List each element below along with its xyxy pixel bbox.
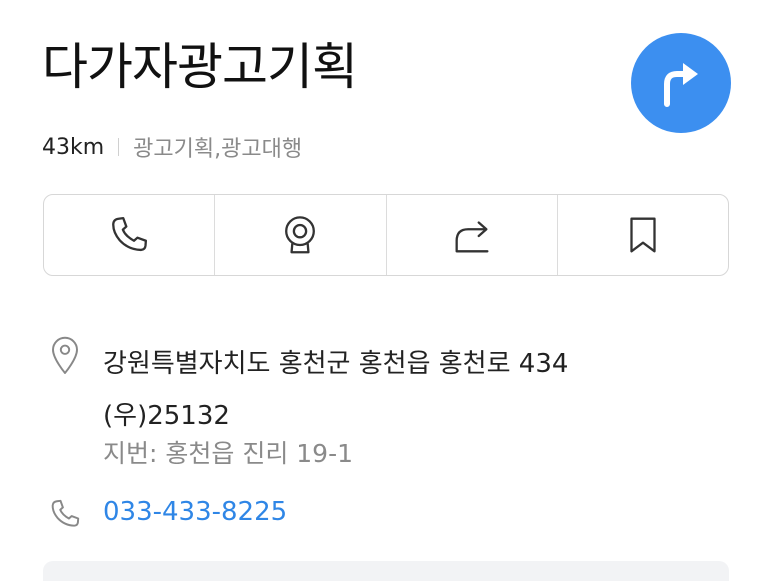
distance-text: 43km — [42, 134, 105, 160]
directions-arrow-icon — [664, 63, 698, 107]
bookmark-icon — [630, 217, 656, 253]
next-section-card — [43, 561, 729, 581]
roadview-button[interactable] — [215, 195, 387, 275]
meta-divider — [118, 138, 120, 156]
phone-icon — [51, 499, 80, 527]
share-icon — [455, 221, 489, 253]
call-button[interactable] — [44, 195, 216, 275]
jibun-address: 지번: 홍천읍 진리 19-1 — [103, 439, 354, 468]
phone-icon — [112, 216, 148, 252]
place-meta: 43km 광고기획,광고대행 — [42, 132, 303, 163]
road-address: 강원특별자치도 홍천군 홍천읍 홍천로 434 — [103, 349, 569, 379]
camera-icon — [285, 216, 316, 254]
directions-button[interactable] — [631, 33, 731, 133]
location-pin-icon — [52, 336, 78, 374]
address-block: 강원특별자치도 홍천군 홍천읍 홍천로 434 (우)25132 — [103, 338, 568, 442]
share-button[interactable] — [387, 195, 558, 275]
place-title: 다가자광고기획 — [42, 38, 358, 96]
save-button[interactable] — [558, 195, 728, 275]
phone-number-link[interactable]: 033-433-8225 — [103, 497, 287, 527]
category-text: 광고기획,광고대행 — [133, 137, 303, 162]
action-bar — [43, 194, 729, 276]
